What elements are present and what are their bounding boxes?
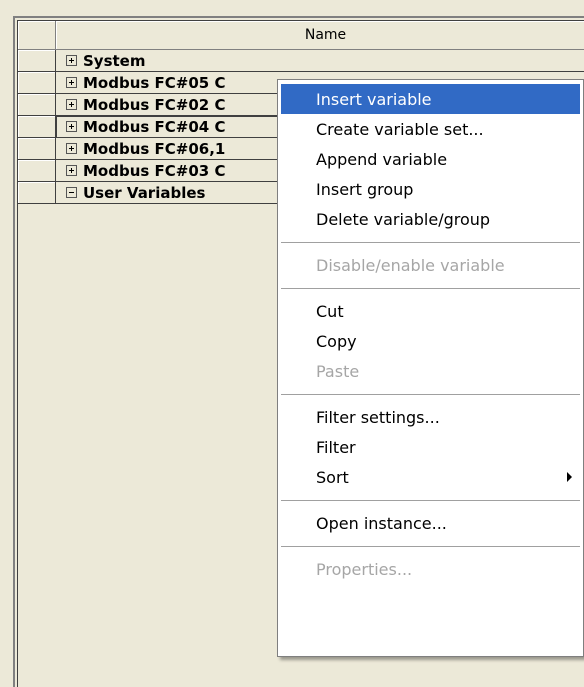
context-menu: Insert variable Create variable set... A… bbox=[277, 79, 584, 657]
menu-item-label: Insert variable bbox=[316, 89, 432, 109]
tree-node-label: Modbus FC#03 C bbox=[83, 161, 226, 180]
row-selector[interactable] bbox=[18, 72, 56, 94]
grid-header-row: Name bbox=[18, 21, 584, 50]
row-selector[interactable] bbox=[18, 50, 56, 72]
submenu-arrow-icon bbox=[567, 472, 572, 482]
menu-separator bbox=[281, 288, 580, 289]
header-row-selector[interactable] bbox=[18, 21, 56, 50]
menu-item-label: Filter bbox=[316, 437, 356, 457]
expand-plus-icon[interactable] bbox=[66, 121, 77, 132]
menu-item-append-variable[interactable]: Append variable bbox=[281, 144, 580, 174]
menu-item-label: Open instance... bbox=[316, 513, 447, 533]
row-selector[interactable] bbox=[18, 182, 56, 204]
tree-row-system[interactable]: System bbox=[18, 50, 584, 72]
expand-plus-icon[interactable] bbox=[66, 99, 77, 110]
menu-item-cut[interactable]: Cut bbox=[281, 296, 580, 326]
menu-item-label: Sort bbox=[316, 467, 349, 487]
row-selector[interactable] bbox=[18, 160, 56, 182]
menu-item-properties: Properties... bbox=[281, 554, 580, 584]
menu-item-label: Create variable set... bbox=[316, 119, 484, 139]
menu-item-filter[interactable]: Filter bbox=[281, 432, 580, 462]
column-header-name-label: Name bbox=[304, 27, 347, 43]
row-selector[interactable] bbox=[18, 138, 56, 160]
menu-item-insert-variable[interactable]: Insert variable bbox=[281, 84, 580, 114]
menu-item-label: Disable/enable variable bbox=[316, 255, 505, 275]
menu-item-paste: Paste bbox=[281, 356, 580, 386]
collapse-minus-icon[interactable] bbox=[66, 187, 77, 198]
menu-item-label: Cut bbox=[316, 301, 344, 321]
tree-node-label: Modbus FC#05 C bbox=[83, 73, 226, 92]
menu-item-label: Delete variable/group bbox=[316, 209, 491, 229]
tree-node[interactable]: System bbox=[56, 50, 584, 72]
menu-item-filter-settings[interactable]: Filter settings... bbox=[281, 402, 580, 432]
menu-item-create-variable-set[interactable]: Create variable set... bbox=[281, 114, 580, 144]
menu-item-copy[interactable]: Copy bbox=[281, 326, 580, 356]
expand-plus-icon[interactable] bbox=[66, 143, 77, 154]
menu-item-sort[interactable]: Sort bbox=[281, 462, 580, 492]
tree-node-label: Modbus FC#02 C bbox=[83, 95, 226, 114]
expand-plus-icon[interactable] bbox=[66, 77, 77, 88]
menu-item-delete-variable-group[interactable]: Delete variable/group bbox=[281, 204, 580, 234]
row-selector[interactable] bbox=[18, 94, 56, 116]
menu-item-open-instance[interactable]: Open instance... bbox=[281, 508, 580, 538]
expand-plus-icon[interactable] bbox=[66, 55, 77, 66]
menu-separator bbox=[281, 546, 580, 547]
column-header-name[interactable]: Name bbox=[56, 21, 584, 50]
menu-item-disable-enable-variable: Disable/enable variable bbox=[281, 250, 580, 280]
menu-separator bbox=[281, 242, 580, 243]
menu-separator bbox=[281, 394, 580, 395]
tree-node-label: System bbox=[83, 51, 146, 70]
menu-item-label: Copy bbox=[316, 331, 357, 351]
menu-separator bbox=[281, 500, 580, 501]
tree-node-label: Modbus FC#04 C bbox=[83, 117, 226, 136]
menu-item-label: Filter settings... bbox=[316, 407, 440, 427]
tree-node-label: Modbus FC#06,1 bbox=[83, 139, 226, 158]
menu-item-label: Properties... bbox=[316, 559, 413, 579]
menu-item-label: Insert group bbox=[316, 179, 414, 199]
expand-plus-icon[interactable] bbox=[66, 165, 77, 176]
menu-item-label: Append variable bbox=[316, 149, 448, 169]
tree-node-label: User Variables bbox=[83, 183, 206, 202]
row-selector[interactable] bbox=[18, 116, 56, 138]
menu-item-label: Paste bbox=[316, 361, 360, 381]
menu-item-insert-group[interactable]: Insert group bbox=[281, 174, 580, 204]
